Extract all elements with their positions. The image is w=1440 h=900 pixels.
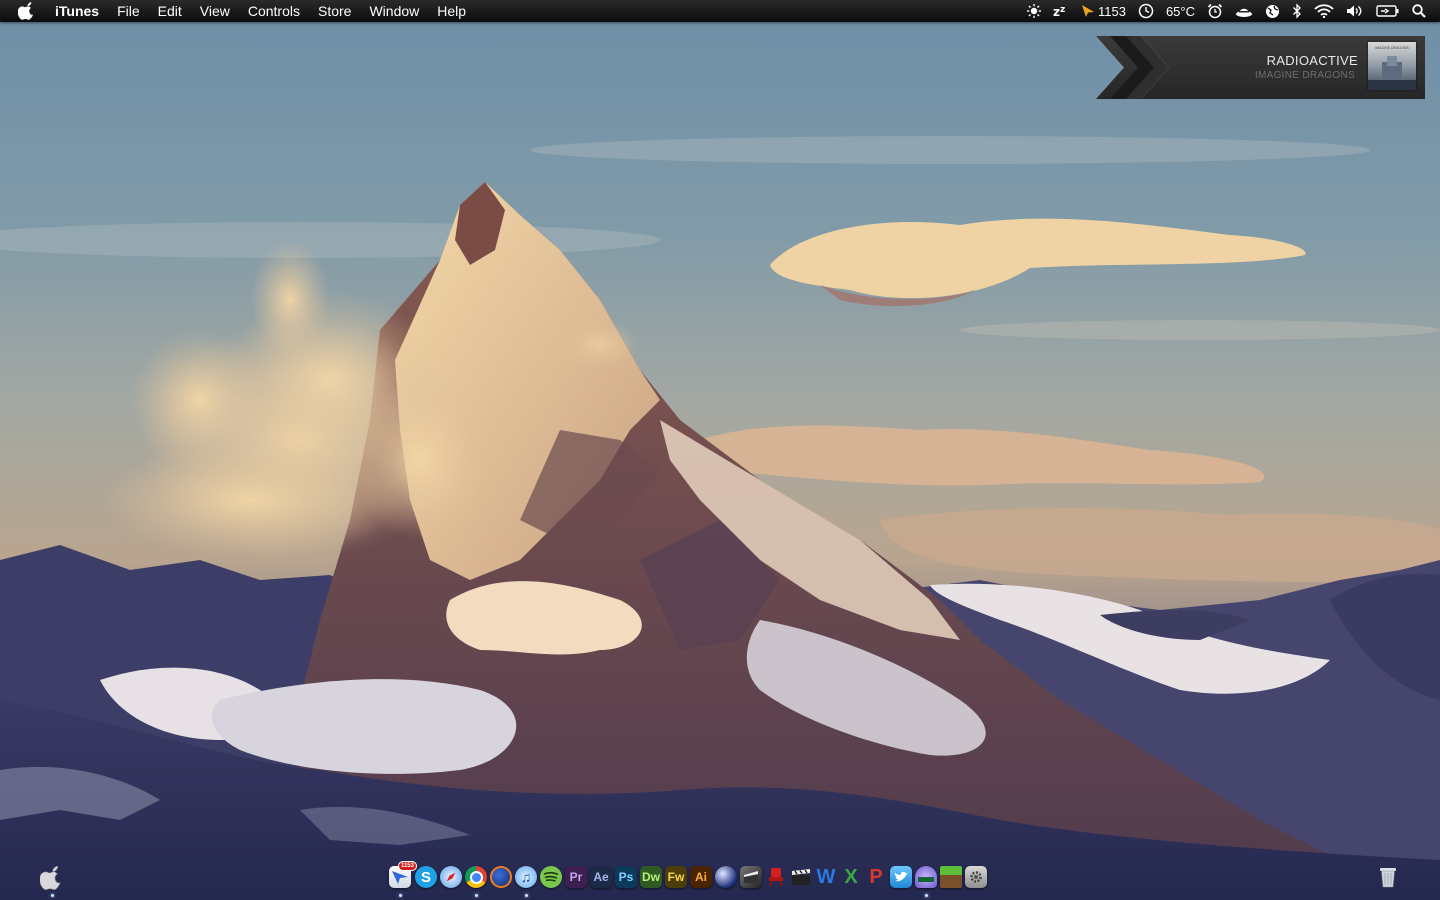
dreamweaver-label: Dw	[642, 870, 660, 884]
menu-extras: zz 1153 65°C	[1021, 0, 1440, 22]
menu-bar: iTunes File Edit View Controls Store Win…	[0, 0, 1440, 22]
firefox-icon[interactable]	[490, 866, 512, 888]
volume-icon[interactable]	[1346, 0, 1364, 22]
photoshop-icon[interactable]: Ps	[615, 866, 637, 888]
running-indicator	[399, 894, 402, 897]
cinema4d-icon[interactable]	[715, 866, 737, 888]
skype-letter: S	[420, 868, 431, 886]
powerpoint-letter: P	[869, 865, 883, 888]
desktop-wallpaper	[0, 0, 1440, 900]
now-playing-artist: IMAGINE DRAGONS	[1254, 70, 1355, 81]
cover-label: IMAGINE DRAGONS	[1375, 46, 1409, 50]
after-effects-icon[interactable]: Ae	[590, 866, 612, 888]
trash-icon[interactable]	[1377, 866, 1399, 888]
now-playing-widget[interactable]: RADIOACTIVE IMAGINE DRAGONS IMAGINE DRAG…	[1096, 36, 1425, 99]
running-indicator	[475, 894, 478, 897]
photoshop-label: Ps	[618, 870, 634, 884]
clapper-icon[interactable]	[790, 866, 812, 888]
sparrow-arrow-icon	[1081, 5, 1094, 17]
menu-window[interactable]: Window	[360, 0, 428, 22]
dreamweaver-icon[interactable]: Dw	[640, 866, 662, 888]
spotify-icon[interactable]	[540, 866, 562, 888]
sparrow-unread-indicator[interactable]: 1153	[1081, 0, 1126, 22]
after-effects-label: Ae	[593, 870, 609, 884]
itunes-icon[interactable]: ♫	[515, 866, 537, 888]
running-indicator	[51, 894, 54, 897]
spotlight-search-icon[interactable]	[1412, 0, 1426, 22]
alarm-clock-icon[interactable]	[1207, 0, 1223, 22]
excel-icon[interactable]: X	[840, 866, 862, 888]
fireworks-icon[interactable]: Fw	[665, 866, 687, 888]
globe-icon[interactable]	[1265, 0, 1280, 22]
menu-file[interactable]: File	[108, 0, 149, 22]
minecraft-icon[interactable]	[940, 866, 962, 888]
excel-letter: X	[844, 865, 858, 888]
mail-unread-badge: 1153	[397, 861, 417, 871]
red-chair-icon[interactable]	[765, 866, 787, 888]
hat-icon[interactable]	[1235, 0, 1253, 22]
apple-menu-icon[interactable]	[18, 2, 36, 20]
illustrator-label: Ai	[695, 870, 707, 884]
brightness-icon[interactable]	[1026, 0, 1041, 22]
final-cut-icon[interactable]	[740, 866, 762, 888]
premiere-icon[interactable]: Pr	[565, 866, 587, 888]
powerpoint-icon[interactable]: P	[865, 866, 887, 888]
battery-icon[interactable]	[1376, 0, 1400, 22]
menu-help[interactable]: Help	[428, 0, 475, 22]
temperature-label[interactable]: 65°C	[1166, 0, 1195, 22]
fireworks-label: Fw	[667, 870, 685, 884]
menu-view[interactable]: View	[191, 0, 239, 22]
chrome-icon[interactable]	[465, 866, 487, 888]
menu-controls[interactable]: Controls	[239, 0, 309, 22]
menu-edit[interactable]: Edit	[149, 0, 191, 22]
itunes-note: ♫	[520, 869, 532, 885]
network-monitor-icon[interactable]	[915, 866, 937, 888]
album-cover-art: IMAGINE DRAGONS	[1368, 42, 1416, 90]
svg-text:z: z	[1060, 5, 1065, 15]
word-icon[interactable]: W	[815, 866, 837, 888]
safari-icon[interactable]	[440, 866, 462, 888]
caffeine-zz-icon[interactable]: zz	[1053, 0, 1069, 22]
word-letter: W	[816, 865, 836, 888]
wifi-icon[interactable]	[1314, 0, 1334, 22]
bluetooth-icon[interactable]	[1292, 0, 1302, 22]
sparrow-unread-count: 1153	[1097, 3, 1126, 19]
time-machine-icon[interactable]	[1138, 0, 1154, 22]
running-indicator	[925, 894, 928, 897]
svg-text:z: z	[1053, 5, 1060, 18]
now-playing-title: RADIOACTIVE	[1266, 53, 1358, 68]
running-indicator	[525, 894, 528, 897]
illustrator-icon[interactable]: Ai	[690, 866, 712, 888]
apple-finder-icon[interactable]	[40, 866, 64, 890]
skype-icon[interactable]: S	[415, 866, 437, 888]
menu-store[interactable]: Store	[309, 0, 360, 22]
premiere-label: Pr	[569, 870, 583, 884]
twitter-icon[interactable]	[890, 866, 912, 888]
system-preferences-icon[interactable]	[965, 866, 987, 888]
menu-app-name[interactable]: iTunes	[46, 0, 108, 22]
sparrow-mail-icon[interactable]: 1153	[389, 861, 417, 888]
